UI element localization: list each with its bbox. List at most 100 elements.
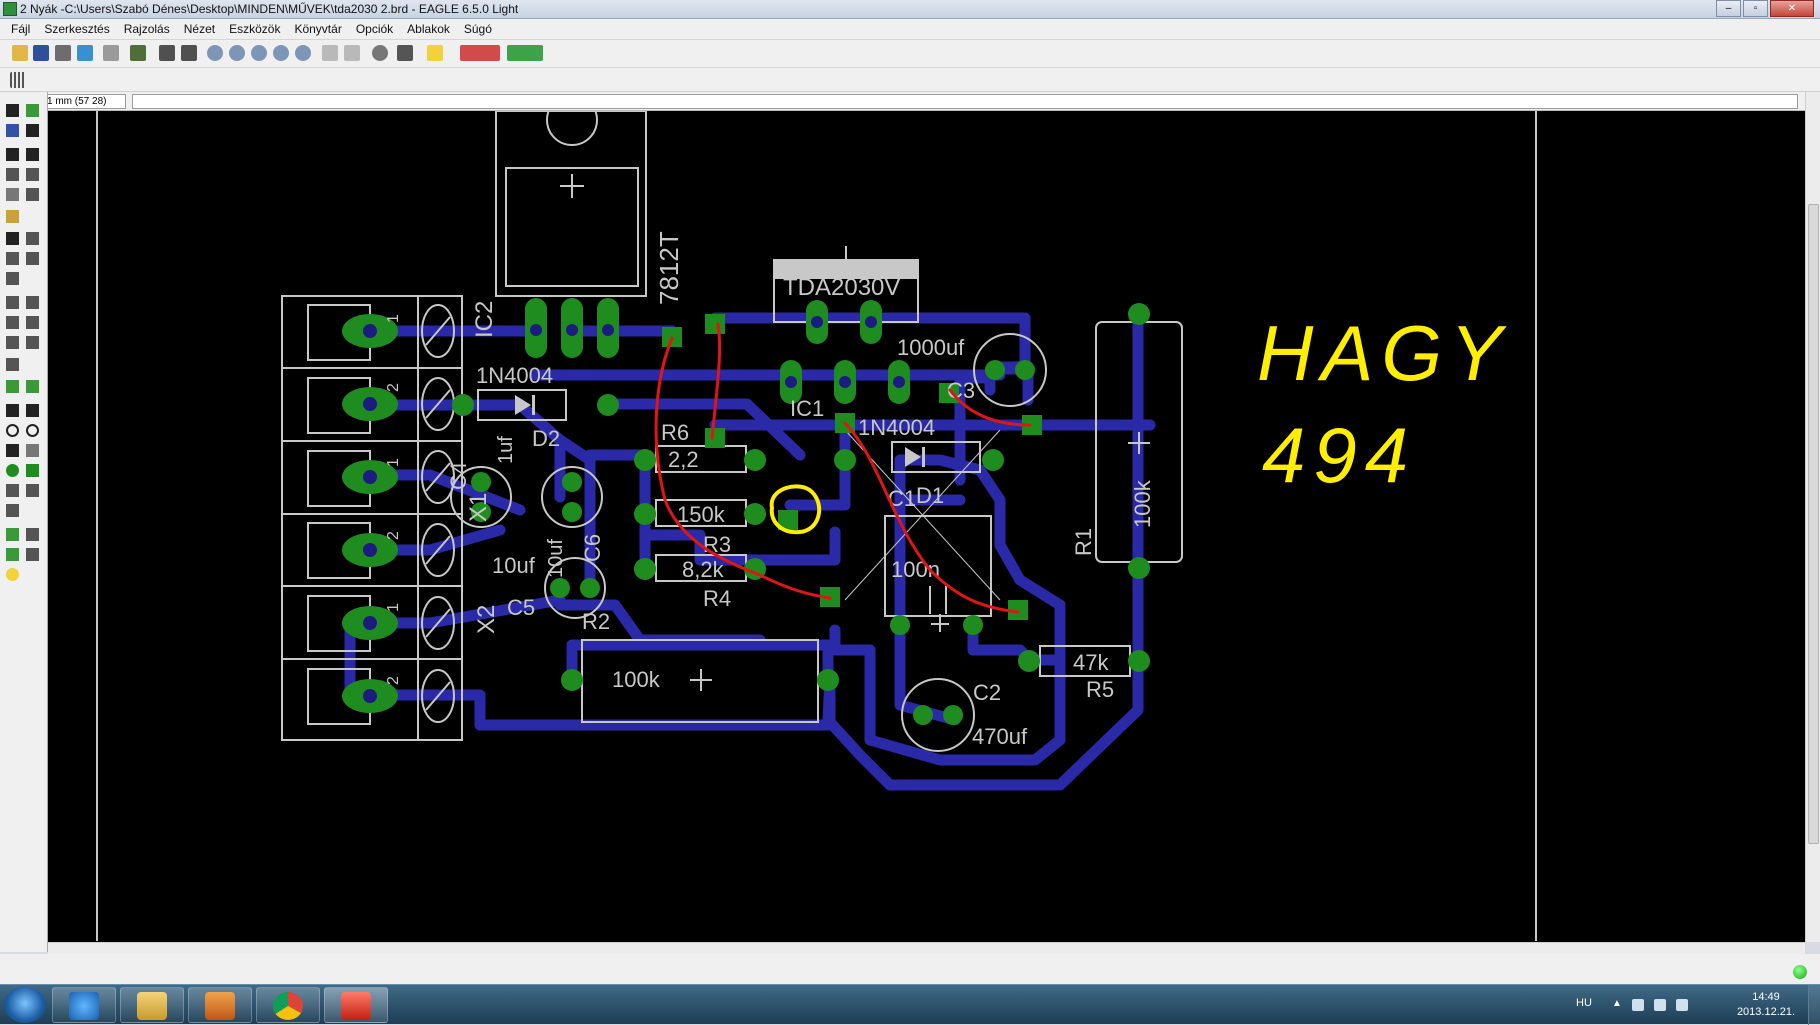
redo-icon[interactable] xyxy=(344,45,360,61)
miter-icon[interactable] xyxy=(26,316,39,329)
lock-icon[interactable] xyxy=(26,252,39,265)
rect-icon[interactable] xyxy=(6,444,19,457)
menu-help[interactable]: Súgó xyxy=(457,22,499,36)
maximize-button[interactable]: ▫ xyxy=(1743,0,1768,17)
command-input[interactable] xyxy=(132,94,1798,109)
eagle-app-icon xyxy=(3,2,17,16)
board-canvas[interactable]: 7812T IC2 TDA2030V IC1 1N4004 D2 1N4004 … xyxy=(48,111,1805,942)
route-icon[interactable] xyxy=(6,358,19,371)
add-icon[interactable] xyxy=(26,232,39,245)
clock-date[interactable]: 2013.12.21. xyxy=(1734,1006,1798,1018)
ripup-icon[interactable] xyxy=(6,380,19,393)
pad xyxy=(634,503,656,525)
wire-icon[interactable] xyxy=(26,380,39,393)
change-icon[interactable] xyxy=(26,188,39,201)
zoom-out-icon[interactable] xyxy=(251,45,267,61)
pad-hole xyxy=(893,376,905,388)
menu-tools[interactable]: Eszközök xyxy=(222,22,287,36)
pad-hole xyxy=(363,324,377,338)
start-button[interactable] xyxy=(4,987,46,1023)
ulp-icon[interactable] xyxy=(181,45,197,61)
show-icon[interactable] xyxy=(26,104,39,117)
horizontal-scrollbar[interactable] xyxy=(48,942,1805,954)
print-icon[interactable] xyxy=(55,45,71,61)
delete-icon[interactable] xyxy=(6,232,19,245)
value-icon[interactable] xyxy=(26,296,39,309)
volume-icon[interactable] xyxy=(1676,999,1688,1011)
menu-view[interactable]: Nézet xyxy=(177,22,222,36)
language-indicator[interactable]: HU xyxy=(1576,997,1592,1009)
attribute-icon[interactable] xyxy=(26,484,39,497)
taskbar-internet-explorer[interactable] xyxy=(52,987,116,1023)
polygon-icon[interactable] xyxy=(26,444,39,457)
switch-to-schematic-icon[interactable] xyxy=(103,45,119,61)
ratsnest-icon[interactable] xyxy=(6,528,19,541)
zoom-in-icon[interactable] xyxy=(229,45,245,61)
network-icon[interactable] xyxy=(1654,999,1666,1011)
via-icon[interactable] xyxy=(6,464,19,477)
menu-library[interactable]: Könyvtár xyxy=(287,22,348,36)
copy-icon[interactable] xyxy=(26,148,39,161)
optimize-icon[interactable] xyxy=(6,336,19,349)
dimension-icon[interactable] xyxy=(6,504,19,517)
show-desktop-button[interactable] xyxy=(1808,985,1820,1025)
menu-file[interactable]: Fájl xyxy=(4,22,37,36)
taskbar: HU ▲ 14:49 2013.12.21. xyxy=(0,984,1820,1025)
menu-options[interactable]: Opciók xyxy=(349,22,400,36)
use-library-icon[interactable] xyxy=(130,45,146,61)
auto-icon[interactable] xyxy=(26,528,39,541)
vertical-scroll-thumb[interactable] xyxy=(1808,204,1819,844)
vertical-scrollbar[interactable] xyxy=(1805,92,1820,942)
taskbar-chrome[interactable] xyxy=(256,987,320,1023)
smash-icon[interactable] xyxy=(6,296,19,309)
paste-icon[interactable] xyxy=(6,210,19,223)
zoom-select-icon[interactable] xyxy=(295,45,311,61)
grid-icon[interactable] xyxy=(10,72,26,88)
errors-icon[interactable] xyxy=(6,568,19,581)
mark-icon[interactable] xyxy=(26,124,39,137)
hole-icon[interactable] xyxy=(6,484,19,497)
display-icon[interactable] xyxy=(6,124,19,137)
script-icon[interactable] xyxy=(159,45,175,61)
redraw-icon[interactable] xyxy=(273,45,289,61)
taskbar-file-explorer[interactable] xyxy=(120,987,184,1023)
cam-processor-icon[interactable] xyxy=(77,45,93,61)
name-icon[interactable] xyxy=(6,272,19,285)
circle-icon[interactable] xyxy=(6,424,19,437)
clock-time[interactable]: 14:49 xyxy=(1738,991,1794,1003)
undo-icon[interactable] xyxy=(322,45,338,61)
save-icon[interactable] xyxy=(33,45,49,61)
rotate-icon[interactable] xyxy=(26,168,39,181)
drc-icon[interactable] xyxy=(26,548,39,561)
action-center-icon[interactable] xyxy=(1632,999,1644,1011)
menu-edit[interactable]: Szerkesztés xyxy=(37,22,116,36)
tray-expand-icon[interactable]: ▲ xyxy=(1612,998,1622,1010)
meander-icon[interactable] xyxy=(26,336,39,349)
stop-icon[interactable] xyxy=(372,45,388,61)
replace-icon[interactable] xyxy=(6,252,19,265)
pin-2-label: 2 xyxy=(385,383,402,392)
open-icon[interactable] xyxy=(12,45,28,61)
zoom-fit-icon[interactable] xyxy=(207,45,223,61)
pad xyxy=(834,449,856,471)
info-icon[interactable] xyxy=(6,104,19,117)
help-icon[interactable] xyxy=(427,45,443,61)
move-icon[interactable] xyxy=(6,148,19,161)
arc-icon[interactable] xyxy=(26,424,39,437)
text-icon[interactable] xyxy=(26,404,39,417)
minimize-button[interactable]: – xyxy=(1716,0,1741,17)
line-icon[interactable] xyxy=(6,404,19,417)
design-link-icon[interactable] xyxy=(460,45,500,61)
split-icon[interactable] xyxy=(6,316,19,329)
menu-draw[interactable]: Rajzolás xyxy=(117,22,177,36)
go-icon[interactable] xyxy=(397,45,413,61)
close-button[interactable]: ✕ xyxy=(1770,0,1814,17)
signal-icon[interactable] xyxy=(26,464,39,477)
group-icon[interactable] xyxy=(6,188,19,201)
taskbar-eagle[interactable] xyxy=(324,987,388,1023)
erc-icon[interactable] xyxy=(6,548,19,561)
mirror-icon[interactable] xyxy=(6,168,19,181)
pcb-quote-icon[interactable] xyxy=(507,45,543,61)
menu-window[interactable]: Ablakok xyxy=(400,22,457,36)
taskbar-media-player[interactable] xyxy=(188,987,252,1023)
